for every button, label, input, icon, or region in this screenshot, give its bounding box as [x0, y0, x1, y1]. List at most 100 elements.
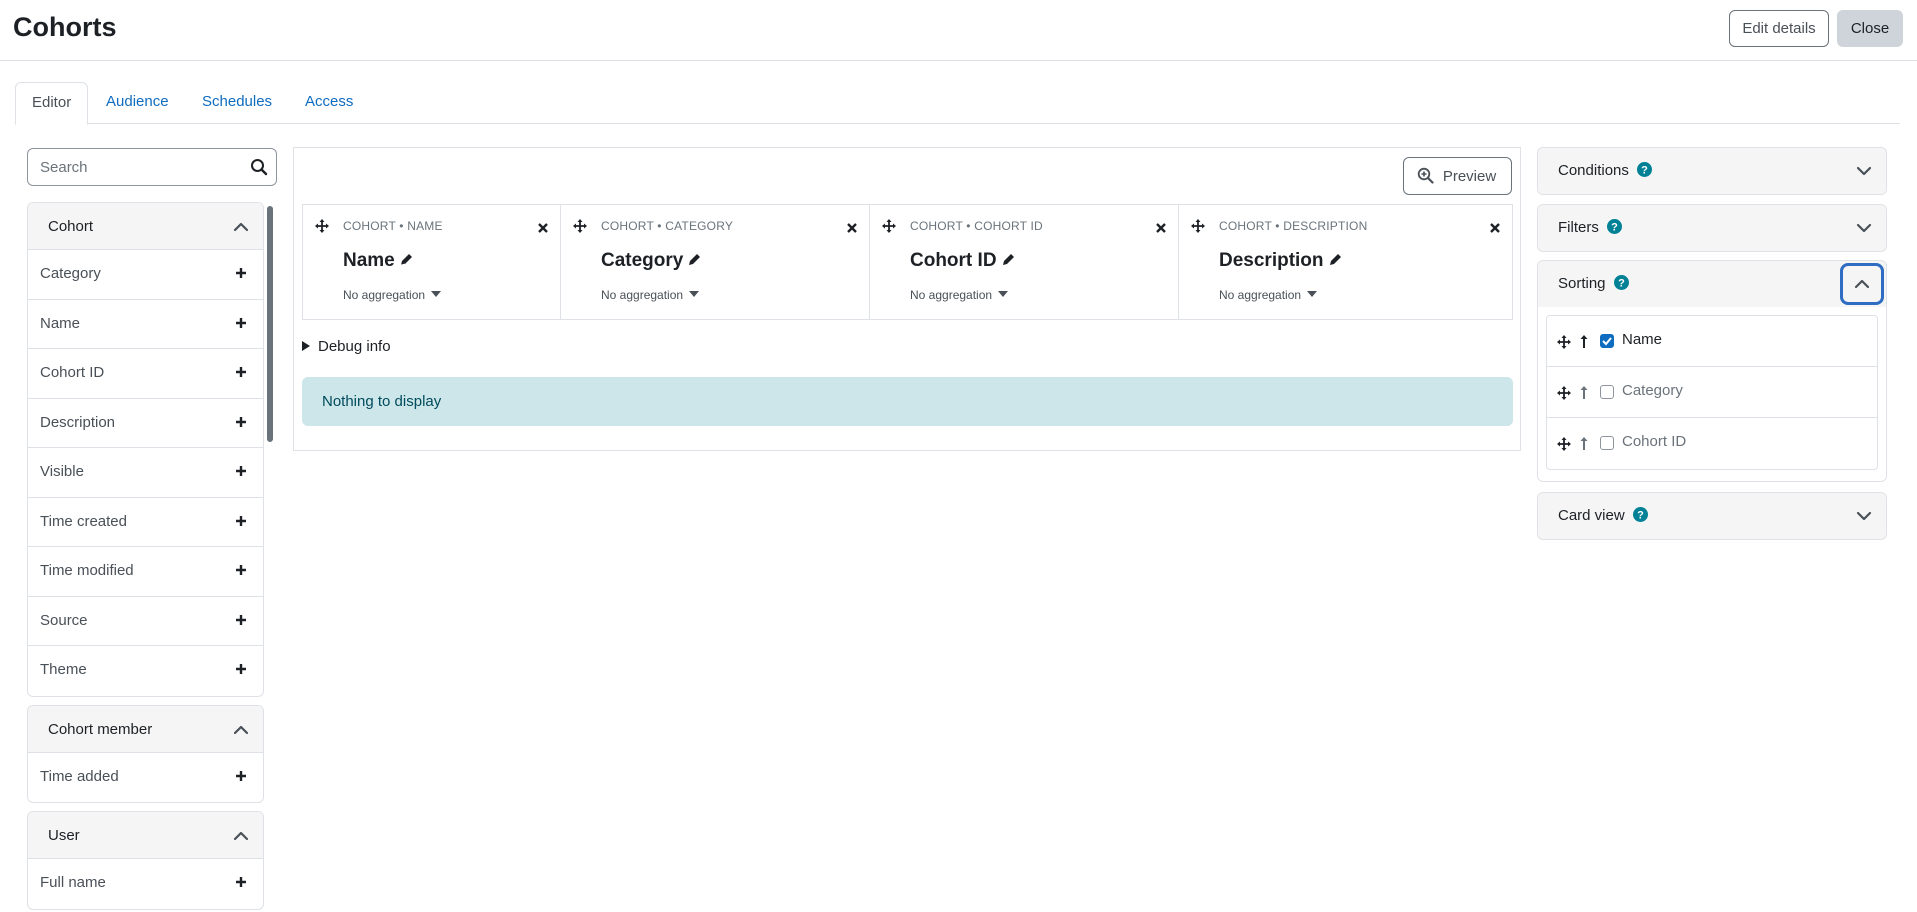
move-icon[interactable]	[1557, 386, 1571, 400]
pencil-icon[interactable]	[687, 252, 702, 267]
plus-icon[interactable]	[235, 614, 247, 626]
sidebar-group-header[interactable]: Cohort member	[28, 705, 263, 753]
sorting-list: Name Category Cohort ID	[1546, 315, 1878, 470]
sidebar-item-description[interactable]: Description	[28, 399, 263, 448]
chevron-down-icon[interactable]	[1856, 163, 1872, 179]
aggregation-select[interactable]: No aggregation	[910, 288, 1009, 302]
plus-icon[interactable]	[235, 876, 247, 888]
sidebar-item-label: Source	[40, 611, 88, 629]
pencil-icon[interactable]	[399, 252, 414, 267]
sidebar-group-user: User Full name	[27, 811, 264, 910]
move-icon[interactable]	[1557, 437, 1571, 451]
sidebar-group-title: Cohort	[48, 218, 94, 235]
conditions-title: Conditions	[1558, 162, 1629, 179]
sort-item: Name	[1547, 316, 1877, 367]
check-icon	[1602, 337, 1612, 346]
sidebar-item-time-created[interactable]: Time created	[28, 498, 263, 547]
tab-access[interactable]: Access	[289, 82, 369, 124]
close-icon[interactable]	[1156, 223, 1166, 233]
sidebar-item-label: Time modified	[40, 562, 134, 579]
plus-icon[interactable]	[235, 267, 247, 279]
pencil-icon[interactable]	[1001, 252, 1016, 267]
search-icon[interactable]	[250, 158, 268, 176]
help-icon[interactable]: ?	[1632, 507, 1648, 522]
sort-checkbox[interactable]	[1600, 436, 1614, 450]
move-icon[interactable]	[1557, 335, 1571, 349]
chevron-down-icon[interactable]	[1856, 220, 1872, 236]
chevron-up-icon	[233, 831, 249, 841]
move-icon[interactable]	[882, 219, 896, 233]
close-icon[interactable]	[538, 223, 548, 233]
sidebar-group-title: User	[48, 827, 80, 844]
sidebar-item-label: Description	[40, 413, 116, 431]
sorting-header[interactable]: Sorting?	[1538, 261, 1886, 307]
card-view-panel: Card view?	[1537, 492, 1887, 540]
help-icon[interactable]: ?	[1636, 162, 1652, 177]
column-title[interactable]: Name	[343, 250, 414, 272]
sidebar-item-full-name[interactable]: Full name	[28, 859, 263, 909]
arrow-up-icon[interactable]	[1579, 385, 1589, 400]
close-button[interactable]: Close	[1837, 10, 1903, 47]
card-view-header[interactable]: Card view?	[1538, 493, 1886, 539]
debug-info-label: Debug info	[318, 338, 391, 355]
plus-icon[interactable]	[235, 317, 247, 329]
move-icon[interactable]	[1191, 219, 1205, 233]
help-icon[interactable]: ?	[1606, 219, 1622, 234]
sidebar-item-label: Time created	[40, 512, 127, 530]
help-icon[interactable]: ?	[1613, 275, 1629, 290]
search-input[interactable]	[28, 149, 248, 185]
sidebar-item-label: Category	[40, 265, 101, 282]
edit-details-button[interactable]: Edit details	[1729, 10, 1829, 47]
conditions-header[interactable]: Conditions?	[1538, 148, 1886, 194]
pencil-icon[interactable]	[1328, 252, 1343, 267]
caret-down-icon	[1307, 291, 1318, 297]
close-icon[interactable]	[1490, 223, 1500, 233]
sidebar-item-time-modified[interactable]: Time modified	[28, 547, 263, 597]
column-title[interactable]: Category	[601, 250, 702, 272]
report-column: COHORT • DESCRIPTION Description No aggr…	[1179, 205, 1512, 319]
tab-editor[interactable]: Editor	[15, 82, 89, 125]
plus-icon[interactable]	[235, 465, 247, 477]
sidebar-item-name[interactable]: Name	[28, 300, 263, 349]
close-icon[interactable]	[847, 223, 857, 233]
empty-message: Nothing to display	[302, 377, 1513, 426]
sidebar-group-header[interactable]: User	[28, 812, 263, 859]
collapse-button[interactable]	[1840, 263, 1884, 305]
report-column: COHORT • NAME Name No aggregation	[303, 205, 561, 319]
plus-icon[interactable]	[235, 663, 247, 675]
arrow-up-icon[interactable]	[1579, 334, 1589, 349]
column-title[interactable]: Description	[1219, 250, 1343, 272]
chevron-up-icon	[233, 725, 249, 734]
arrow-up-icon[interactable]	[1579, 436, 1589, 451]
plus-icon[interactable]	[235, 366, 247, 378]
sidebar-item-label: Cohort ID	[40, 364, 105, 381]
column-title[interactable]: Cohort ID	[910, 250, 1016, 272]
sidebar-item-time-added[interactable]: Time added	[28, 753, 263, 803]
sidebar-item-category[interactable]: Category	[28, 250, 263, 300]
move-icon[interactable]	[573, 219, 587, 233]
plus-icon[interactable]	[235, 564, 247, 576]
sidebar-group-header[interactable]: Cohort	[28, 203, 263, 250]
aggregation-select[interactable]: No aggregation	[601, 288, 700, 302]
plus-icon[interactable]	[235, 770, 247, 782]
filters-header[interactable]: Filters?	[1538, 205, 1886, 251]
sidebar-item-visible[interactable]: Visible	[28, 448, 263, 498]
tab-audience[interactable]: Audience	[90, 82, 185, 124]
sort-label: Category	[1622, 382, 1683, 399]
sort-item: Category	[1547, 367, 1877, 418]
sidebar-item-theme[interactable]: Theme	[28, 646, 263, 696]
plus-icon[interactable]	[235, 515, 247, 527]
aggregation-select[interactable]: No aggregation	[343, 288, 442, 302]
sort-checkbox[interactable]	[1600, 334, 1614, 348]
aggregation-select[interactable]: No aggregation	[1219, 288, 1318, 302]
chevron-down-icon[interactable]	[1856, 508, 1872, 524]
plus-icon[interactable]	[235, 416, 247, 428]
sidebar-item-source[interactable]: Source	[28, 597, 263, 646]
debug-info-toggle[interactable]: Debug info	[302, 338, 391, 355]
sidebar: Cohort Category Name Cohort ID Descripti…	[27, 202, 277, 912]
tab-schedules[interactable]: Schedules	[186, 82, 288, 124]
sidebar-item-cohort-id[interactable]: Cohort ID	[28, 349, 263, 399]
sort-checkbox[interactable]	[1600, 385, 1614, 399]
move-icon[interactable]	[315, 219, 329, 233]
caret-down-icon	[431, 291, 442, 297]
